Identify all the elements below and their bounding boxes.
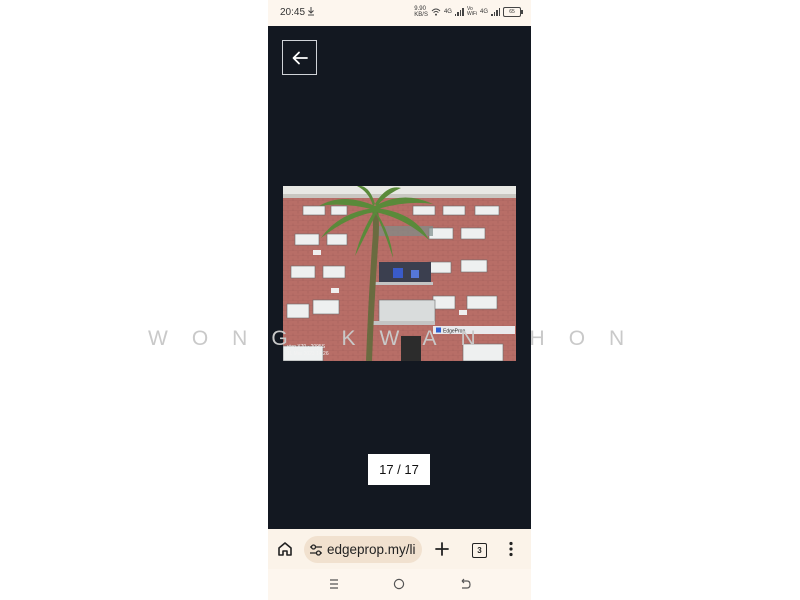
signal-2-label: Vo WiFi xyxy=(466,6,477,17)
status-icons: 9.90 KB/S 4G Vo WiFi 4G 65 xyxy=(414,6,523,18)
phone-frame: 20:45 9.90 KB/S 4G Vo WiFi 4G 65 EdgePro… xyxy=(268,0,531,600)
wifi-icon xyxy=(431,8,441,16)
battery-icon: 65 xyxy=(503,7,523,17)
system-nav-bar xyxy=(268,569,531,600)
menu-icon[interactable] xyxy=(327,577,341,591)
url-text: edgeprop.my/li xyxy=(327,542,416,557)
download-icon xyxy=(308,7,314,16)
tab-switcher-icon[interactable]: 3 xyxy=(472,543,487,558)
signal-3-label: 4G xyxy=(479,9,488,15)
apartment-building-image: EdgeProp vivo X70 · 2095S 11 Mar 2023 14… xyxy=(283,186,516,361)
signal-1-label: 4G xyxy=(443,9,452,15)
tune-icon[interactable] xyxy=(309,543,323,557)
photo-watermark: EdgeProp xyxy=(443,329,465,335)
photo-caption-2: 11 Mar 2023 14:26 xyxy=(287,351,329,357)
status-time: 20:45 xyxy=(280,7,306,18)
screen: 20:45 9.90 KB/S 4G Vo WiFi 4G 65 EdgePro… xyxy=(0,0,800,600)
circle-icon[interactable] xyxy=(392,577,406,591)
more-vert-icon[interactable] xyxy=(508,541,514,557)
back-button[interactable] xyxy=(282,40,317,75)
net-speed: 9.90 KB/S xyxy=(414,6,428,18)
arrow-left-icon xyxy=(292,51,308,64)
plus-icon[interactable] xyxy=(434,541,450,557)
signal-2-icon xyxy=(491,8,500,16)
browser-toolbar: edgeprop.my/li 3 xyxy=(268,529,531,569)
property-photo[interactable]: EdgeProp vivo X70 · 2095S 11 Mar 2023 14… xyxy=(283,186,516,361)
signal-1-icon xyxy=(454,8,464,16)
photo-caption-1: vivo X70 · 2095S xyxy=(287,344,326,350)
image-counter: 17 / 17 xyxy=(368,454,430,485)
back-icon[interactable] xyxy=(458,577,472,591)
status-bar: 20:45 9.90 KB/S 4G Vo WiFi 4G 65 xyxy=(268,0,531,26)
home-icon[interactable] xyxy=(276,540,294,558)
image-viewer: EdgeProp vivo X70 · 2095S 11 Mar 2023 14… xyxy=(268,26,531,529)
address-bar[interactable]: edgeprop.my/li xyxy=(304,536,422,563)
